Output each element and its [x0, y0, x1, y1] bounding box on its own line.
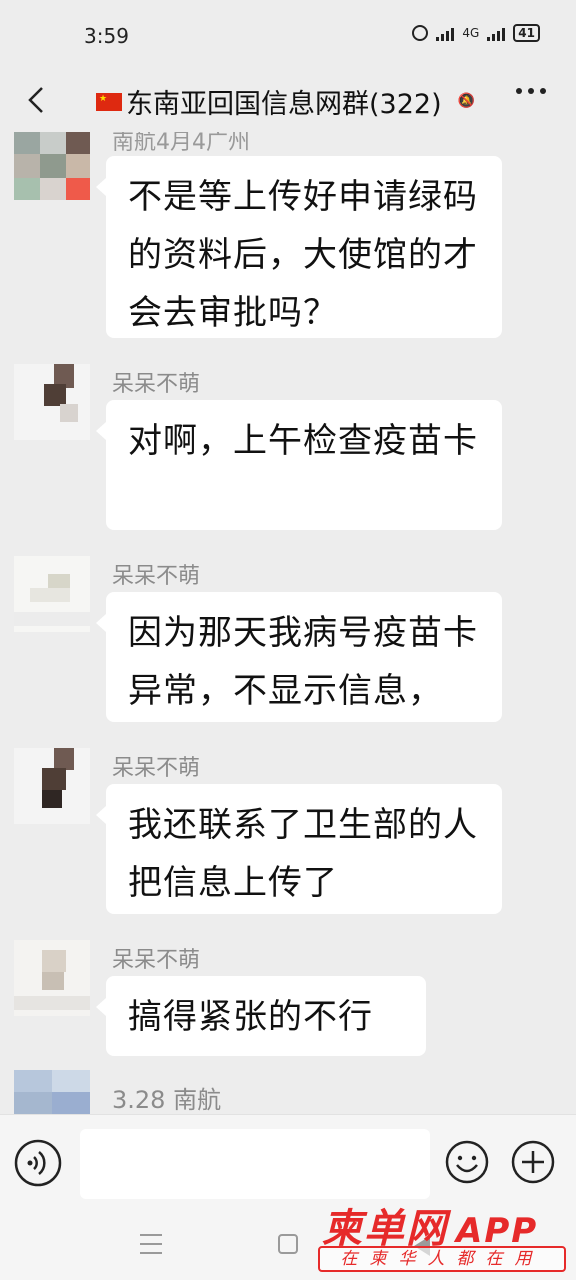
sender-name: 3.28 南航: [112, 1086, 222, 1114]
status-bar: 3:59 4G 41: [0, 0, 576, 70]
battery-icon: 41: [513, 24, 540, 42]
dot-icon: [540, 88, 546, 94]
watermark-slogan: 在柬华人都在用: [318, 1246, 566, 1272]
message-input[interactable]: [80, 1129, 430, 1199]
message-bubble[interactable]: 对啊，上午检查疫苗卡: [96, 400, 502, 530]
mute-bell-icon: 🔕: [457, 92, 476, 109]
chat-title-group[interactable]: 东南亚回国信息网群(322) 🔕: [96, 82, 476, 121]
signal-icon-2: [487, 25, 506, 41]
sender-name: 南航4月4广州: [112, 132, 250, 155]
message-bubble[interactable]: 因为那天我病号疫苗卡异常，不显示信息，: [96, 592, 502, 722]
chat-message-list[interactable]: 南航4月4广州 不是等上传好申请绿码的资料后，大使馆的才会去审批吗？ 呆呆不萌 …: [0, 132, 576, 1114]
emoji-button[interactable]: [444, 1139, 490, 1185]
message-bubble[interactable]: 我还联系了卫生部的人把信息上传了: [96, 784, 502, 914]
more-options-button[interactable]: [516, 88, 546, 94]
sender-name: 呆呆不萌: [112, 372, 201, 397]
message-bubble[interactable]: 不是等上传好申请绿码的资料后，大使馆的才会去审批吗？: [96, 156, 502, 338]
avatar[interactable]: [14, 556, 90, 632]
more-functions-button[interactable]: [510, 1139, 556, 1185]
avatar[interactable]: [14, 940, 90, 1016]
alarm-icon: [412, 25, 429, 41]
watermark: 柬单网 APP 在柬华人都在用: [318, 1196, 568, 1274]
dot-icon: [528, 88, 534, 94]
voice-input-button[interactable]: [12, 1137, 64, 1189]
dot-icon: [516, 88, 522, 94]
voice-icon: [14, 1139, 62, 1187]
recent-apps-button[interactable]: [140, 1234, 162, 1254]
message-bubble[interactable]: 搞得紧张的不行: [96, 976, 426, 1056]
china-flag-icon: [96, 92, 122, 111]
signal-icon: [436, 25, 455, 41]
avatar[interactable]: [14, 1070, 90, 1114]
status-time: 3:59: [84, 24, 129, 48]
chat-title: 东南亚回国信息网群(322): [126, 89, 442, 120]
back-button[interactable]: [18, 80, 58, 120]
chevron-left-icon: [28, 87, 43, 113]
chat-header: 东南亚回国信息网群(322) 🔕: [0, 70, 576, 132]
plus-circle-icon: [511, 1140, 555, 1184]
network-label: 4G: [462, 26, 480, 40]
avatar[interactable]: [14, 364, 90, 440]
status-icons: 4G 41: [412, 24, 540, 42]
home-button[interactable]: [278, 1234, 298, 1254]
sender-name: 呆呆不萌: [112, 756, 201, 781]
sender-name: 呆呆不萌: [112, 948, 201, 973]
sender-name: 呆呆不萌: [112, 564, 201, 589]
smiley-icon: [445, 1140, 489, 1184]
avatar[interactable]: [14, 748, 90, 824]
avatar[interactable]: [14, 132, 90, 208]
